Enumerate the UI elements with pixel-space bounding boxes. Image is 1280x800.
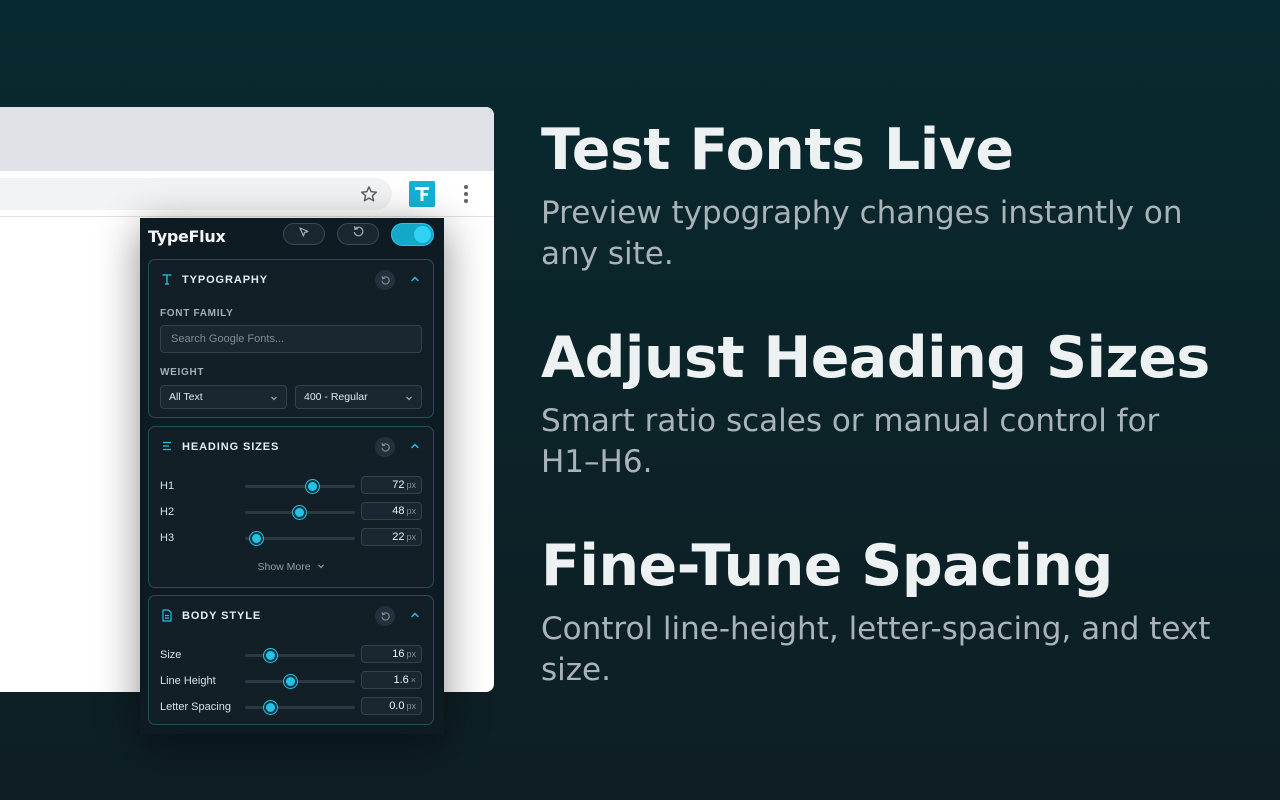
body-style-section: BODY STYLE Size 16 px Line Height 1.6 × …	[148, 595, 434, 725]
enable-toggle[interactable]	[391, 223, 434, 246]
bookmark-star-icon[interactable]	[358, 183, 380, 205]
typeflux-panel: TypeFlux TYPOGRAPHY FONT FAMILY Search G…	[140, 218, 444, 734]
h3-slider-thumb[interactable]	[250, 532, 263, 545]
weight-label: WEIGHT	[160, 367, 205, 378]
letter-spacing-value: 0.0	[389, 700, 405, 712]
font-family-label: FONT FAMILY	[160, 308, 234, 319]
feature-description: Preview typography changes instantly on …	[541, 195, 1183, 272]
reset-all-button[interactable]	[337, 223, 379, 245]
element-picker-button[interactable]	[283, 223, 325, 245]
feature-description: Control line-height, letter-spacing, and…	[541, 611, 1211, 688]
feature-heading-sizes: Adjust Heading Sizes Smart ratio scales …	[541, 325, 1241, 483]
line-height-row: Line Height 1.6 ×	[149, 671, 433, 691]
letter-spacing-label: Letter Spacing	[160, 701, 231, 713]
show-more-button[interactable]: Show More	[149, 561, 433, 573]
browser-toolbar	[0, 171, 494, 217]
h3-unit: px	[406, 532, 416, 542]
chevron-up-icon[interactable]	[408, 272, 422, 286]
body-size-slider-thumb[interactable]	[264, 649, 278, 662]
h3-label: H3	[160, 532, 175, 544]
h1-value-input[interactable]: 72 px	[361, 476, 422, 494]
feature-description: Smart ratio scales or manual control for…	[541, 403, 1160, 480]
line-height-unit: ×	[410, 675, 416, 685]
h1-unit: px	[406, 480, 416, 490]
undo-icon	[352, 225, 365, 243]
list-lines-icon	[160, 439, 174, 453]
line-height-value: 1.6	[393, 674, 409, 686]
body-style-section-header[interactable]: BODY STYLE	[149, 596, 433, 634]
h1-slider[interactable]	[245, 480, 355, 493]
h2-size-row: H2 48 px	[149, 502, 433, 522]
heading-sizes-reset-button[interactable]	[375, 437, 395, 457]
font-search-input[interactable]	[160, 325, 422, 353]
h1-value: 72	[392, 479, 405, 491]
browser-menu-icon[interactable]	[456, 181, 476, 207]
h3-value-input[interactable]: 22 px	[361, 528, 422, 546]
h2-unit: px	[406, 506, 416, 516]
body-size-value: 16	[392, 648, 405, 660]
body-size-slider[interactable]	[245, 649, 355, 662]
body-style-reset-button[interactable]	[375, 606, 395, 626]
chevron-up-icon[interactable]	[408, 439, 422, 453]
brand-title: TypeFlux	[148, 227, 226, 246]
h2-slider[interactable]	[245, 506, 355, 519]
h3-size-row: H3 22 px	[149, 528, 433, 548]
address-bar[interactable]	[0, 178, 392, 210]
browser-tab-strip	[0, 107, 494, 171]
feature-spacing: Fine-Tune Spacing Control line-height, l…	[541, 533, 1241, 691]
h3-value: 22	[392, 531, 405, 543]
chevron-down-icon	[269, 393, 278, 402]
body-size-value-input[interactable]: 16 px	[361, 645, 422, 663]
feature-title: Test Fonts Live	[541, 117, 1014, 183]
letter-spacing-slider[interactable]	[245, 701, 355, 714]
scope-select-value: All Text	[169, 391, 203, 403]
body-size-row: Size 16 px	[149, 645, 433, 665]
h1-slider-thumb[interactable]	[306, 480, 320, 493]
chevron-down-icon	[404, 393, 413, 402]
letter-spacing-slider-thumb[interactable]	[264, 701, 278, 714]
letter-spacing-value-input[interactable]: 0.0 px	[361, 697, 422, 715]
body-size-label: Size	[160, 649, 182, 661]
heading-sizes-title: HEADING SIZES	[182, 441, 280, 453]
text-t-icon	[160, 272, 174, 286]
weight-select[interactable]: 400 - Regular	[295, 385, 422, 409]
chevron-up-icon[interactable]	[408, 608, 422, 622]
line-height-label: Line Height	[160, 675, 216, 687]
line-height-value-input[interactable]: 1.6 ×	[361, 671, 422, 689]
feature-title: Adjust Heading Sizes	[541, 325, 1210, 391]
h2-slider-thumb[interactable]	[292, 506, 306, 519]
feature-title: Fine-Tune Spacing	[541, 533, 1113, 599]
show-more-label: Show More	[257, 561, 311, 573]
panel-header: TypeFlux	[140, 218, 444, 254]
toggle-knob	[414, 226, 431, 243]
typography-reset-button[interactable]	[375, 270, 395, 290]
document-icon	[160, 608, 174, 622]
h2-label: H2	[160, 506, 175, 518]
feature-test-fonts: Test Fonts Live Preview typography chang…	[541, 117, 1241, 275]
line-height-slider[interactable]	[245, 675, 355, 688]
line-height-slider-thumb[interactable]	[284, 675, 298, 688]
typography-section: TYPOGRAPHY FONT FAMILY WEIGHT All Text	[148, 259, 434, 418]
scope-select[interactable]: All Text	[160, 385, 287, 409]
weight-select-value: 400 - Regular	[304, 391, 368, 403]
typography-title: TYPOGRAPHY	[182, 274, 269, 286]
body-style-title: BODY STYLE	[182, 610, 262, 622]
typography-section-header[interactable]: TYPOGRAPHY	[149, 260, 433, 298]
heading-sizes-section-header[interactable]: HEADING SIZES	[149, 427, 433, 465]
cursor-icon	[298, 225, 310, 243]
letter-spacing-row: Letter Spacing 0.0 px	[149, 697, 433, 717]
heading-sizes-section: HEADING SIZES H1 72 px H2 48 px H3 22 px…	[148, 426, 434, 588]
typeflux-extension-icon[interactable]	[409, 181, 435, 207]
h2-value-input[interactable]: 48 px	[361, 502, 422, 520]
letter-spacing-unit: px	[406, 701, 416, 711]
h3-slider[interactable]	[245, 532, 355, 545]
h1-label: H1	[160, 480, 175, 492]
h1-size-row: H1 72 px	[149, 476, 433, 496]
body-size-unit: px	[406, 649, 416, 659]
h2-value: 48	[392, 505, 405, 517]
chevron-down-icon	[317, 561, 325, 573]
